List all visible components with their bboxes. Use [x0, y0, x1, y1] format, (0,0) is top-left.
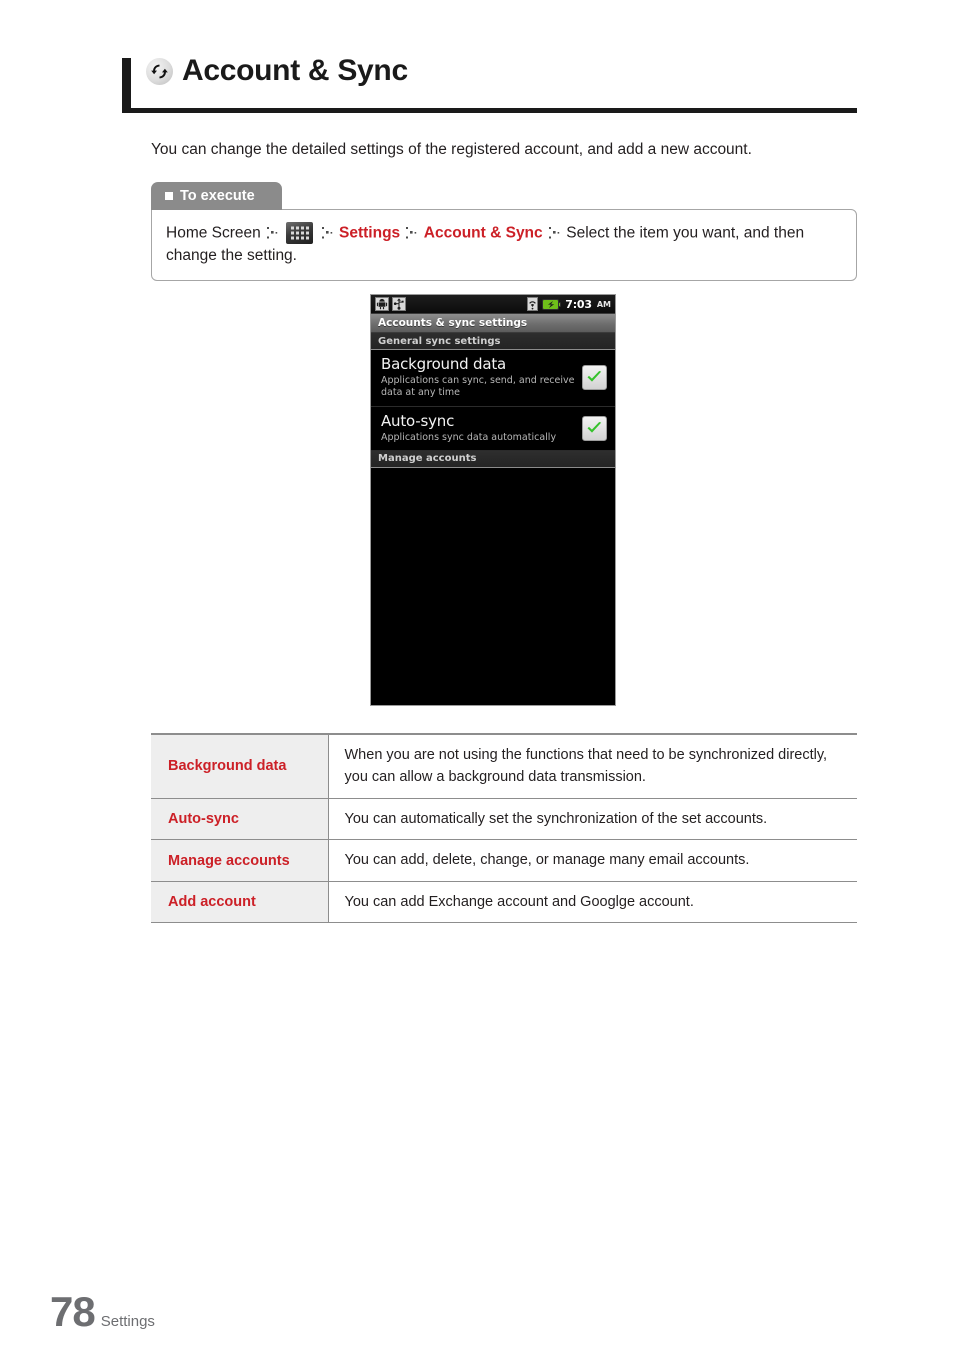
- phone-title-bar: Accounts & sync settings: [371, 314, 615, 333]
- to-execute-box: To execute Home Screen Settings Account …: [151, 182, 857, 282]
- square-bullet-icon: [165, 192, 173, 200]
- page-number: 78: [50, 1288, 96, 1335]
- description-table: Background data When you are not using t…: [151, 733, 857, 923]
- table-term-manage-accounts: Manage accounts: [151, 839, 329, 882]
- table-term-add-account: Add account: [151, 881, 329, 923]
- row-title-auto-sync: Auto-sync: [381, 411, 455, 430]
- usb-icon: [392, 297, 406, 311]
- battery-charging-icon: [542, 298, 562, 311]
- phone-screenshot: 7:03 AM Accounts & sync settings General…: [370, 294, 616, 706]
- phone-button-bar: Add account: [371, 705, 615, 706]
- checkmark-icon: [587, 421, 602, 433]
- step-arrow-icon-3: [404, 222, 419, 244]
- header-horizontal-rule: [122, 108, 857, 113]
- table-def-manage-accounts: You can add, delete, change, or manage m…: [344, 852, 750, 869]
- list-item-auto-sync[interactable]: Auto-sync Applications sync data automat…: [371, 406, 615, 451]
- exec-step-settings: Settings: [339, 224, 401, 242]
- to-execute-body: Home Screen Settings Account & Sync Sele…: [151, 209, 857, 282]
- table-row: Auto-sync You can automatically set the …: [151, 798, 857, 840]
- table-term-background-data: Background data: [151, 734, 329, 799]
- status-bar-ampm: AM: [596, 299, 611, 309]
- list-item-background-data[interactable]: Background data Applications can sync, s…: [371, 350, 615, 407]
- checkmark-icon: [587, 371, 602, 382]
- row-title-background-data: Background data: [381, 355, 507, 373]
- to-execute-tab-label: To execute: [180, 188, 255, 204]
- table-term-auto-sync: Auto-sync: [151, 798, 329, 840]
- sync-circle-icon: [146, 57, 173, 85]
- row-subtitle-auto-sync: Applications sync data automatically: [381, 431, 557, 443]
- table-row: Manage accounts You can add, delete, cha…: [151, 839, 857, 882]
- table-row: Add account You can add Exchange account…: [151, 881, 857, 923]
- step-arrow-icon-4: [547, 222, 562, 244]
- exec-step-account-sync: Account & Sync: [423, 224, 543, 242]
- android-robot-icon: [375, 297, 389, 311]
- step-arrow-icon-2: [320, 222, 335, 244]
- intro-paragraph: You can change the detailed settings of …: [151, 141, 752, 158]
- table-row: Background data When you are not using t…: [151, 734, 857, 799]
- status-bar-time: 7:03: [565, 297, 592, 311]
- exec-path-start: Home Screen: [166, 224, 261, 242]
- section-header-manage-accounts: Manage accounts: [371, 450, 615, 468]
- signal-strength-icon: [527, 297, 539, 311]
- section-header-general-sync: General sync settings: [371, 333, 615, 350]
- phone-status-bar: 7:03 AM: [371, 295, 615, 314]
- table-def-background-data: When you are not using the functions tha…: [344, 747, 828, 786]
- page-footer: 78 Settings: [50, 1288, 155, 1336]
- accounts-empty-area: [371, 467, 615, 705]
- table-def-add-account: You can add Exchange account and Googlge…: [344, 893, 694, 910]
- table-def-auto-sync: You can automatically set the synchroniz…: [344, 810, 768, 827]
- app-drawer-icon: [286, 222, 314, 245]
- step-arrow-icon-1: [265, 222, 280, 244]
- page-title: Account & Sync: [182, 54, 408, 87]
- checkbox-background-data[interactable]: [582, 365, 607, 391]
- to-execute-tab: To execute: [151, 182, 282, 210]
- footer-section-label: Settings: [100, 1313, 155, 1330]
- row-subtitle-background-data: Applications can sync, send, and receive…: [381, 375, 575, 399]
- checkbox-auto-sync[interactable]: [582, 415, 607, 441]
- page-header: Account & Sync: [122, 54, 857, 114]
- header-vertical-bar: [122, 58, 131, 108]
